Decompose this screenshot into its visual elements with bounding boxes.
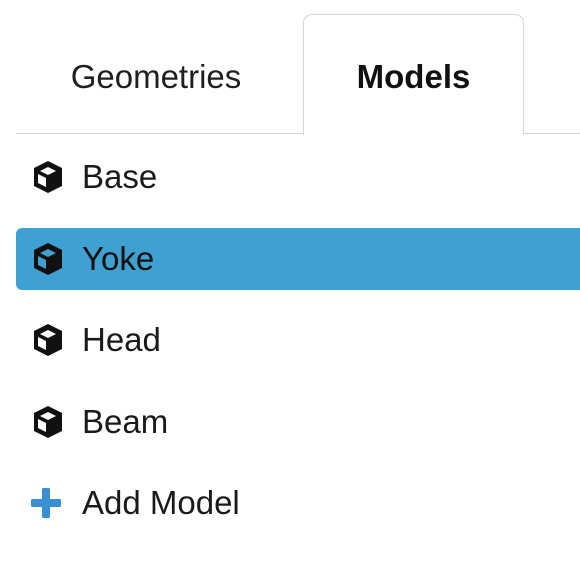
model-list: Base Yoke Head Beam Add Model (16, 146, 580, 554)
cube-icon (30, 322, 66, 358)
model-item-label: Beam (82, 402, 169, 440)
tab-geometries[interactable]: Geometries (16, 14, 296, 134)
plus-icon (28, 485, 64, 521)
cube-icon (30, 404, 66, 440)
add-model-label: Add Model (82, 484, 240, 521)
cube-icon (30, 241, 66, 277)
add-model-button[interactable]: Add Model (16, 472, 580, 534)
tab-models[interactable]: Models (303, 14, 524, 135)
model-item-label: Base (82, 158, 158, 195)
cube-icon (30, 159, 66, 195)
model-item-head[interactable]: Head (16, 309, 580, 371)
model-item-yoke[interactable]: Yoke (16, 227, 580, 290)
model-item-label: Head (82, 321, 161, 358)
models-panel: Geometries Models Base Yoke Head Beam Ad… (0, 0, 580, 580)
tab-bar: Geometries Models (16, 0, 580, 135)
model-item-label: Yoke (82, 239, 155, 277)
model-item-base[interactable]: Base (16, 146, 580, 208)
model-item-beam[interactable]: Beam (16, 391, 580, 453)
